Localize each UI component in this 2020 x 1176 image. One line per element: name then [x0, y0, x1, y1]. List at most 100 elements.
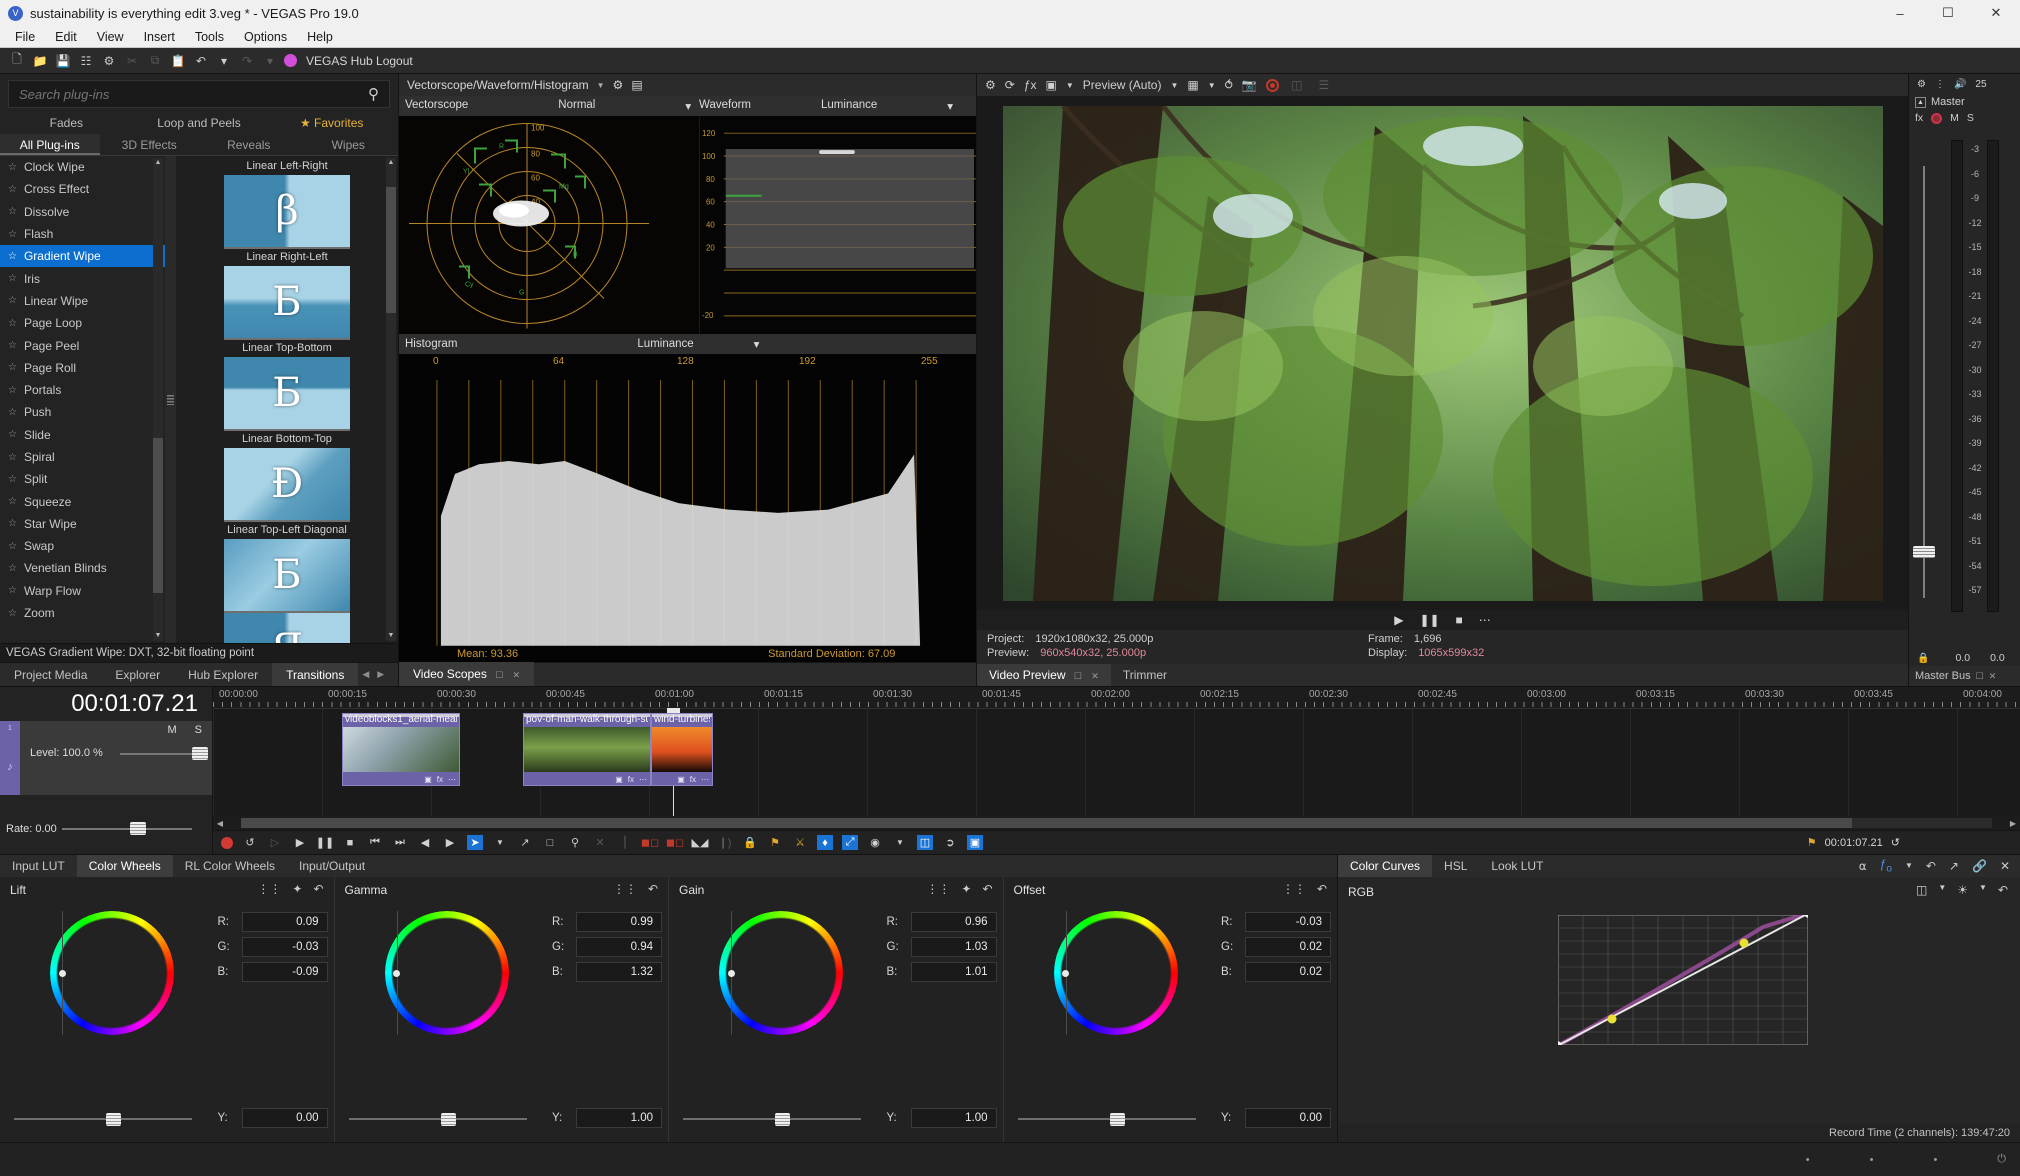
- record-button[interactable]: [221, 836, 233, 849]
- gear-icon[interactable]: ⚙: [985, 78, 996, 92]
- pause-icon[interactable]: ❚❚: [1419, 613, 1439, 627]
- master-fader-rail[interactable]: [1923, 166, 1925, 598]
- menu-item-options[interactable]: Options: [235, 28, 296, 46]
- sliders-icon[interactable]: ⋮⋮: [926, 882, 950, 896]
- marker-flag-icon[interactable]: ⚑: [1807, 836, 1817, 849]
- r-value[interactable]: 0.99: [576, 912, 662, 932]
- plugin-list-item[interactable]: ☆ Page Roll: [0, 357, 165, 379]
- float-icon[interactable]: ☐: [495, 670, 503, 680]
- luma-slider-knob[interactable]: [440, 1113, 456, 1126]
- favorite-star-icon[interactable]: ☆: [8, 541, 17, 552]
- timeline-clip[interactable]: wind-turbines-wi ▣ fx ⋯: [651, 713, 713, 786]
- scroll-thumb[interactable]: [153, 438, 163, 593]
- plugin-list-item[interactable]: ☆ Linear Wipe: [0, 290, 165, 312]
- zoom-chevron-icon[interactable]: ▼: [892, 835, 908, 850]
- go-to-start-icon[interactable]: ⏮: [367, 835, 383, 850]
- luma-slider-knob[interactable]: [775, 1113, 790, 1126]
- menu-item-tools[interactable]: Tools: [186, 28, 233, 46]
- plugin-list-item[interactable]: ☆ Flash: [0, 223, 165, 245]
- keyframe-icon[interactable]: ƒo: [1880, 857, 1892, 874]
- dock-scroll-right-icon[interactable]: ▶: [373, 669, 388, 680]
- favorite-star-icon[interactable]: ☆: [8, 518, 17, 529]
- record-icon[interactable]: [1265, 78, 1279, 92]
- dock-tab-video-preview[interactable]: Video Preview ☐ ✕: [977, 663, 1111, 687]
- waveform-graph[interactable]: 120 100 80 60 40 20 -20: [699, 116, 976, 335]
- favorite-star-icon[interactable]: ☆: [8, 206, 17, 217]
- curves-reset-icon[interactable]: ↶: [1998, 883, 2008, 897]
- picker-icon[interactable]: ✦: [292, 882, 302, 896]
- histogram-mode[interactable]: Luminance: [637, 338, 693, 350]
- color-wheel-ring[interactable]: [1053, 911, 1178, 1035]
- snapshot-icon[interactable]: 📷: [1242, 78, 1257, 92]
- preset-thumbnail[interactable]: Б: [224, 357, 350, 431]
- plugin-list-item[interactable]: ☆ Page Loop: [0, 312, 165, 334]
- g-value[interactable]: 0.94: [576, 937, 662, 957]
- tab-hsl[interactable]: HSL: [1432, 855, 1479, 877]
- g-value[interactable]: -0.03: [241, 937, 328, 957]
- grid-icon[interactable]: ▦: [1187, 78, 1198, 92]
- track-mute-button[interactable]: M: [167, 724, 176, 736]
- dock-tab-hub-explorer[interactable]: Hub Explorer: [174, 663, 272, 687]
- b-value[interactable]: 0.02: [1245, 962, 1331, 982]
- wheel-handle[interactable]: [58, 969, 66, 977]
- preset-scroll-down-icon[interactable]: ▼: [386, 631, 396, 641]
- plugin-list-item[interactable]: ☆ Gradient Wipe: [0, 245, 165, 268]
- favorite-star-icon[interactable]: ☆: [8, 184, 17, 195]
- status-power-icon[interactable]: ⏻: [1997, 1153, 2006, 1166]
- ripple-affected-tracks-icon[interactable]: ◼◻: [666, 835, 684, 850]
- y-value[interactable]: 1.00: [576, 1108, 662, 1128]
- timeline-clip[interactable]: pov-of-man-walk-through-sumr ▣ fx ⋯: [523, 713, 651, 786]
- master-arm-record-icon[interactable]: [1931, 112, 1943, 124]
- curves-graph[interactable]: [1552, 908, 1814, 1051]
- master-fx-button[interactable]: fx: [1915, 112, 1923, 124]
- panel-splitter[interactable]: [165, 156, 176, 643]
- splitter-grip[interactable]: [167, 394, 174, 405]
- zoom-selection-icon[interactable]: ➲: [942, 835, 958, 850]
- render-as-icon[interactable]: ⚙: [100, 52, 118, 70]
- tab-reveals[interactable]: Reveals: [199, 134, 299, 155]
- refresh-icon[interactable]: ⟳: [1005, 78, 1015, 92]
- brightness-icon[interactable]: ☀: [1957, 883, 1968, 897]
- tab-rl-color-wheels[interactable]: RL Color Wheels: [173, 855, 287, 877]
- brightness-chevron-icon[interactable]: ▼: [1979, 883, 1987, 897]
- plugin-list-item[interactable]: ☆ Split: [0, 468, 165, 490]
- color-wheel-ring[interactable]: [50, 911, 174, 1035]
- plugin-preset-grid[interactable]: ▲ ▼ Linear Left-Right β Linear Right-Left Б…: [176, 156, 398, 643]
- preset-scrollbar[interactable]: ▲ ▼: [386, 158, 396, 641]
- insert-marker-icon[interactable]: ⚑: [767, 835, 783, 850]
- clip-more-icon[interactable]: ⋯: [448, 775, 456, 784]
- vectorscope-mode-chevron-icon[interactable]: ▾: [685, 99, 691, 113]
- favorite-star-icon[interactable]: ☆: [8, 608, 17, 619]
- cut-icon[interactable]: ✂: [123, 52, 141, 70]
- favorite-star-icon[interactable]: ☆: [8, 362, 17, 373]
- plugin-list-item[interactable]: ☆ Page Peel: [0, 334, 165, 356]
- favorite-star-icon[interactable]: ☆: [8, 429, 17, 440]
- luma-slider-rail[interactable]: [683, 1118, 861, 1120]
- keyframe-chevron-icon[interactable]: ▼: [1905, 861, 1913, 870]
- properties-icon[interactable]: ☷: [77, 52, 95, 70]
- vectorscope-graph[interactable]: 100 80 60 40 Yl R Mg B Cy G: [399, 116, 700, 335]
- menu-item-help[interactable]: Help: [298, 28, 342, 46]
- tab-look-lut[interactable]: Look LUT: [1479, 855, 1555, 877]
- zoom-out-time-icon[interactable]: ⤢: [842, 835, 858, 850]
- overlay-icon[interactable]: ☰: [1315, 76, 1333, 94]
- scroll-down-icon[interactable]: ▼: [153, 631, 163, 641]
- g-value[interactable]: 0.02: [1245, 937, 1331, 957]
- chain-icon[interactable]: 🔗: [1972, 859, 1987, 873]
- play-icon-tl[interactable]: ▶: [292, 835, 308, 850]
- favorite-star-icon[interactable]: ☆: [8, 295, 17, 306]
- favorite-star-icon[interactable]: ☆: [8, 340, 17, 351]
- meter-icon[interactable]: ⋮: [1935, 79, 1945, 90]
- track-level-slider[interactable]: [120, 753, 200, 755]
- timeline-timecode[interactable]: 00:01:07.21: [0, 687, 212, 721]
- speaker-icon[interactable]: 🔊: [1954, 79, 1966, 90]
- plugin-list-item[interactable]: ☆ Star Wipe: [0, 513, 165, 535]
- master-bus-dock-tab[interactable]: Master Bus ☐ ✕: [1909, 666, 2020, 686]
- plugin-list-item[interactable]: ☆ Cross Effect: [0, 178, 165, 200]
- master-solo-button[interactable]: S: [1967, 112, 1974, 124]
- preset-thumbnail[interactable]: Я: [224, 613, 350, 643]
- plugin-list-item[interactable]: ☆ Slide: [0, 424, 165, 446]
- clip-fx-icon[interactable]: fx: [437, 775, 443, 784]
- auto-ripple-icon[interactable]: ⎮: [617, 835, 633, 850]
- y-value[interactable]: 0.00: [241, 1108, 328, 1128]
